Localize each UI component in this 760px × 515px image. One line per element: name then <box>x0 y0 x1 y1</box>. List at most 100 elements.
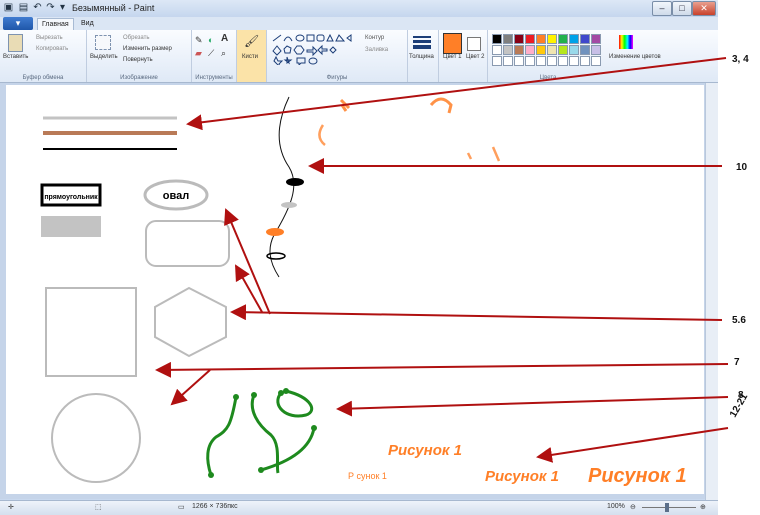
palette-empty-swatch[interactable] <box>591 56 601 66</box>
orange-ellipse <box>266 228 284 236</box>
select-button[interactable]: Выделить <box>90 54 118 60</box>
paste-button[interactable]: Вставить <box>3 54 28 60</box>
outline-dropdown[interactable]: Контур <box>365 35 384 41</box>
copy-button[interactable]: Копировать <box>36 46 68 52</box>
palette-swatch[interactable] <box>525 34 535 44</box>
callout-7: 7 <box>734 357 740 368</box>
palette-swatch[interactable] <box>514 34 524 44</box>
black-ellipse <box>286 178 304 186</box>
eraser-icon[interactable]: ▰ <box>195 48 202 59</box>
zoom-slider[interactable] <box>642 507 696 508</box>
palette-swatch[interactable] <box>514 45 524 55</box>
palette-swatch[interactable] <box>525 45 535 55</box>
status-bar: ✛ ⬚ ▭ 1266 × 736пкс 100% ⊖ ⊕ <box>0 500 718 515</box>
selection-size-icon: ⬚ <box>95 504 102 511</box>
text-sample-3: Рисунок 1 <box>588 465 687 487</box>
zoom-level: 100% <box>607 503 625 510</box>
palette-swatch[interactable] <box>536 34 546 44</box>
tab-view[interactable]: Вид <box>77 18 98 30</box>
palette-empty-swatch[interactable] <box>558 56 568 66</box>
cursor-position-icon: ✛ <box>8 504 14 511</box>
palette-swatch[interactable] <box>569 45 579 55</box>
select-icon[interactable] <box>95 35 111 50</box>
paste-icon[interactable] <box>8 34 23 52</box>
minimize-button[interactable]: – <box>652 1 672 16</box>
paint-window: ▣ ▤ ↶ ↷ ▾ Безымянный - Paint – □ ✕ ▾ Гла… <box>0 0 718 515</box>
palette-empty-swatch[interactable] <box>514 56 524 66</box>
palette-swatch[interactable] <box>503 45 513 55</box>
palette-empty-swatch[interactable] <box>525 56 535 66</box>
black-curve <box>269 96 295 278</box>
pencil-icon[interactable]: ✎ <box>195 35 203 46</box>
save-icon[interactable]: ▤ <box>18 2 29 13</box>
crop-button[interactable]: Обрезать <box>123 35 149 41</box>
palette-empty-swatch[interactable] <box>503 56 513 66</box>
palette-swatch[interactable] <box>580 45 590 55</box>
palette-empty-swatch[interactable] <box>569 56 579 66</box>
callout-12-21: 12-21 <box>728 391 751 420</box>
palette-swatch[interactable] <box>591 34 601 44</box>
magnifier-icon[interactable]: ⌕ <box>221 48 226 59</box>
palette-swatch[interactable] <box>580 34 590 44</box>
group-tools: ✎ ◐ A ▰ ⟋ ⌕ Инструменты <box>192 30 237 82</box>
text-sample-1: Рисунок 1 <box>388 442 462 459</box>
brushes-button[interactable]: 🖌 Кисти <box>237 30 267 82</box>
palette-swatch[interactable] <box>492 45 502 55</box>
undo-icon[interactable]: ↶ <box>32 2 43 13</box>
quick-access-dropdown-icon[interactable]: ▾ <box>57 2 68 13</box>
palette-swatch[interactable] <box>503 34 513 44</box>
maximize-button[interactable]: □ <box>672 1 692 16</box>
cut-button[interactable]: Вырезать <box>36 35 63 41</box>
green-curves <box>206 389 316 476</box>
group-label-tools: Инструменты <box>195 75 233 81</box>
size-label: Толщина <box>409 54 434 60</box>
color1-swatch[interactable] <box>443 33 462 54</box>
close-button[interactable]: ✕ <box>692 1 716 16</box>
group-clipboard: Вставить Вырезать Копировать Буфер обмен… <box>0 30 87 82</box>
text-sample-2: Рисунок 1 <box>485 468 559 485</box>
title-bar: ▣ ▤ ↶ ↷ ▾ Безымянный - Paint – □ ✕ <box>0 0 718 17</box>
edit-colors-label: Изменение цветов <box>609 54 661 60</box>
palette-swatch[interactable] <box>547 45 557 55</box>
ribbon-tabs: ▾ Главная Вид <box>0 17 718 31</box>
redo-icon[interactable]: ↷ <box>45 2 56 13</box>
zoom-in-icon[interactable]: ⊕ <box>700 503 706 511</box>
palette-swatch[interactable] <box>591 45 601 55</box>
drawing-canvas[interactable]: прямоугольник овал Рисунок 1 Рисунок 1 Р… <box>6 85 704 494</box>
zoom-slider-thumb[interactable] <box>665 503 669 512</box>
callout-5-6: 5.6 <box>732 315 746 326</box>
text-tool-icon[interactable]: A <box>221 33 228 44</box>
color2-swatch[interactable] <box>467 37 481 51</box>
oval-label: овал <box>163 190 189 202</box>
vertical-scrollbar[interactable] <box>705 83 718 500</box>
palette-swatch[interactable] <box>536 45 546 55</box>
paint-app-icon[interactable]: ▣ <box>3 2 14 13</box>
zoom-out-icon[interactable]: ⊖ <box>630 503 636 511</box>
palette-swatch[interactable] <box>569 34 579 44</box>
palette-empty-swatch[interactable] <box>547 56 557 66</box>
palette-empty-swatch[interactable] <box>536 56 546 66</box>
palette-swatch[interactable] <box>558 34 568 44</box>
ribbon: Вставить Вырезать Копировать Буфер обмен… <box>0 30 718 83</box>
group-image: Выделить Обрезать Изменить размер Поверн… <box>87 30 192 82</box>
shapes-gallery[interactable] <box>271 33 355 65</box>
palette-empty-swatch[interactable] <box>492 56 502 66</box>
color-picker-icon[interactable]: ⟋ <box>208 48 214 59</box>
size-button[interactable]: Толщина <box>408 30 439 82</box>
palette-empty-swatch[interactable] <box>580 56 590 66</box>
brushes-label: Кисти <box>242 54 258 60</box>
filled-gray-rectangle <box>41 216 101 237</box>
circle <box>51 393 141 483</box>
edit-colors-button[interactable]: Изменение цветов <box>609 30 661 82</box>
fill-dropdown[interactable]: Заливка <box>365 47 388 53</box>
palette-swatch[interactable] <box>547 34 557 44</box>
rotate-button[interactable]: Повернуть <box>123 57 153 63</box>
drawing: прямоугольник овал Рисунок 1 Рисунок 1 Р… <box>40 96 687 487</box>
group-colors: Цвета <box>488 30 608 82</box>
text-sample-small: Р сунок 1 <box>348 471 387 481</box>
fill-bucket-icon[interactable]: ◐ <box>208 35 213 45</box>
resize-button[interactable]: Изменить размер <box>123 46 172 52</box>
paint-menu-button[interactable]: ▾ <box>3 17 33 30</box>
palette-swatch[interactable] <box>492 34 502 44</box>
palette-swatch[interactable] <box>558 45 568 55</box>
